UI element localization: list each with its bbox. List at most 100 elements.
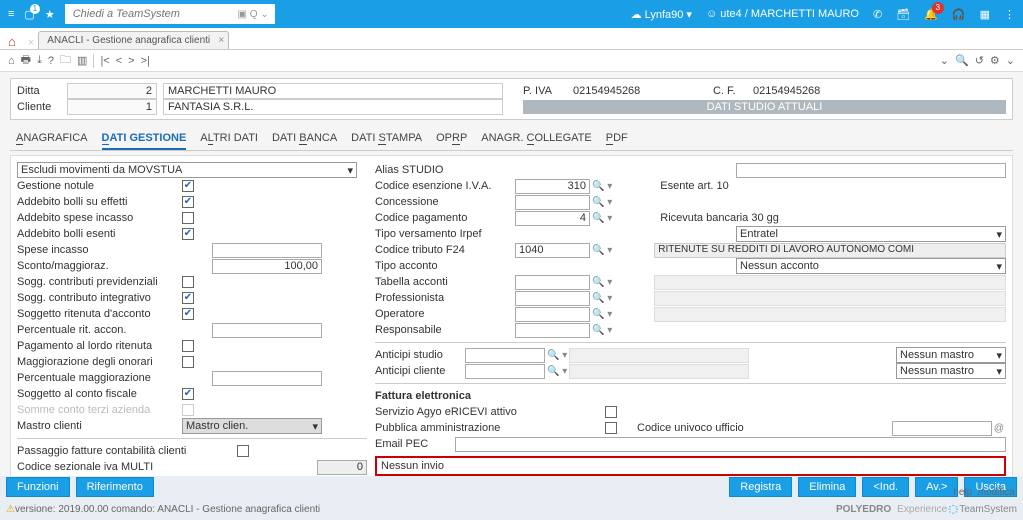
magnifier-icon[interactable]: 🔍 ▾ xyxy=(590,325,614,336)
tipo-vers-select[interactable]: Entratel▾ xyxy=(736,226,1006,242)
dd1-icon[interactable]: ⌄ xyxy=(940,54,949,67)
spese-input[interactable] xyxy=(212,243,322,258)
last-icon[interactable]: >| xyxy=(141,55,150,67)
window-icon[interactable]: ▢1 xyxy=(24,8,34,21)
perc-rit-input[interactable] xyxy=(212,323,322,338)
headset-icon[interactable]: 🎧 xyxy=(952,8,966,21)
magnifier-icon[interactable]: 🔍 ▾ xyxy=(590,309,614,320)
tab-dati-banca[interactable]: DATI BANCA xyxy=(272,128,337,150)
av-button[interactable]: Av.> xyxy=(915,477,958,497)
cod-esenz-input[interactable]: 310 xyxy=(515,179,590,194)
codun-input[interactable] xyxy=(892,421,992,436)
ant-cliente-input[interactable] xyxy=(465,364,545,379)
concess-input[interactable] xyxy=(515,195,590,210)
cliente-value[interactable]: 1 xyxy=(67,99,157,115)
search-box[interactable]: ▣ Q ⌄ xyxy=(65,4,275,24)
tipo-acc-select[interactable]: Nessun acconto▾ xyxy=(736,258,1006,274)
elimina-button[interactable]: Elimina xyxy=(798,477,856,497)
sconto-input[interactable]: 100,00 xyxy=(212,259,322,274)
cod-pag-input[interactable]: 4 xyxy=(515,211,590,226)
oper-input[interactable] xyxy=(515,307,590,322)
more-icon[interactable]: ⋮ xyxy=(1004,8,1015,21)
tab-dati-stampa[interactable]: DATI STAMPA xyxy=(351,128,422,150)
mastro-select[interactable]: Mastro clien.▾ xyxy=(182,418,322,434)
first-icon[interactable]: |< xyxy=(100,55,109,67)
check-bolli-effetti[interactable]: ✔ xyxy=(182,196,194,208)
archive-icon[interactable]: 🗃 xyxy=(896,8,910,21)
search2-icon[interactable]: 🔍 xyxy=(955,54,969,67)
check-lordo[interactable] xyxy=(182,340,194,352)
check-agyo[interactable] xyxy=(605,406,617,418)
at-icon[interactable]: @ xyxy=(992,423,1006,434)
magnifier-icon[interactable]: 🔍 ▾ xyxy=(590,245,614,256)
tab-pdf[interactable]: PDF xyxy=(606,128,628,150)
tab-altri-dati[interactable]: ALTRI DATI xyxy=(200,128,258,150)
star-icon[interactable]: ★ xyxy=(45,8,55,21)
magnifier-icon[interactable]: 🔍 ▾ xyxy=(590,277,614,288)
perc-mag-input[interactable] xyxy=(212,371,322,386)
check-spese-incasso[interactable] xyxy=(182,212,194,224)
chevron-down-icon: ▾ xyxy=(347,164,353,177)
app-tab[interactable]: ANACLI - Gestione anagrafica clienti× xyxy=(38,31,229,49)
magnifier-icon[interactable]: 🔍 ▾ xyxy=(590,293,614,304)
check-conto-fiscale[interactable]: ✔ xyxy=(182,388,194,400)
cloud-icon[interactable]: ☁ Lynfa90 ▾ xyxy=(631,8,692,21)
phone-icon[interactable]: ✆ xyxy=(873,8,882,21)
undo-icon[interactable]: ↺ xyxy=(975,54,984,67)
dati-studio-button[interactable]: DATI STUDIO ATTUALI xyxy=(523,100,1006,114)
search-input[interactable] xyxy=(71,7,221,21)
cf-value: 02154945268 xyxy=(753,85,893,97)
cod-trib-input[interactable]: 1040 xyxy=(515,243,590,258)
piva-label: P. IVA xyxy=(523,85,573,97)
top-bar: ≡ ▢1 ★ ▣ Q ⌄ ☁ Lynfa90 ▾ ☺ ute4 / MARCHE… xyxy=(0,0,1023,28)
home-icon[interactable]: ⌂ xyxy=(8,34,16,49)
funzioni-button[interactable]: Funzioni xyxy=(6,477,70,497)
ant-studio-select[interactable]: Nessun mastro▾ xyxy=(896,347,1006,363)
check-ritenuta[interactable]: ✔ xyxy=(182,308,194,320)
panel-icon[interactable]: ▥ xyxy=(77,54,87,67)
tab-anagrafica[interactable]: ANAGRAFICA xyxy=(16,128,88,150)
nessun-invio-box[interactable]: Nessun invio xyxy=(375,456,1006,476)
alias-input[interactable] xyxy=(736,163,1006,178)
check-previdenziali[interactable] xyxy=(182,276,194,288)
magnifier-icon[interactable]: 🔍 ▾ xyxy=(590,213,614,224)
magnifier-icon[interactable]: 🔍 ▾ xyxy=(590,197,614,208)
escludi-select[interactable]: Escludi movimenti da MOVSTUA▾ xyxy=(17,162,357,178)
fattura-title: Fattura elettronica xyxy=(375,388,1006,404)
grid-icon[interactable]: ▦ xyxy=(980,8,990,21)
print-icon[interactable]: 🖶 xyxy=(21,51,31,70)
tab-oprp[interactable]: OPRP xyxy=(436,128,467,150)
check-gestione-notule[interactable]: ✔ xyxy=(182,180,194,192)
ind-button[interactable]: <Ind. xyxy=(862,477,909,497)
home2-icon[interactable]: ⌂ xyxy=(8,55,15,67)
tab-dati-gestione[interactable]: DATI GESTIONE xyxy=(102,128,187,150)
check-maggiorazione[interactable] xyxy=(182,356,194,368)
dd2-icon[interactable]: ⌄ xyxy=(1006,54,1015,67)
riferimento-button[interactable]: Riferimento xyxy=(76,477,154,497)
registra-button[interactable]: Registra xyxy=(729,477,792,497)
tab-anagr-collegate[interactable]: ANAGR. COLLEGATE xyxy=(481,128,591,150)
ant-cliente-select[interactable]: Nessun mastro▾ xyxy=(896,363,1006,379)
next-icon[interactable]: > xyxy=(128,55,134,67)
check-pubamm[interactable] xyxy=(605,422,617,434)
tab-acc-input[interactable] xyxy=(515,275,590,290)
search-tools-icon[interactable]: ▣ Q ⌄ xyxy=(238,9,269,20)
menu-icon[interactable]: ≡ xyxy=(8,8,14,20)
check-passaggio[interactable] xyxy=(237,445,249,457)
close-tab-icon[interactable]: × xyxy=(218,35,224,46)
prev-icon[interactable]: < xyxy=(116,55,122,67)
prof-input[interactable] xyxy=(515,291,590,306)
resp-input[interactable] xyxy=(515,323,590,338)
ant-studio-input[interactable] xyxy=(465,348,545,363)
ditta-value[interactable]: 2 xyxy=(67,83,157,99)
export-icon[interactable]: ⤓ xyxy=(37,54,42,67)
check-integrativo[interactable]: ✔ xyxy=(182,292,194,304)
help-icon[interactable]: ? xyxy=(48,55,54,67)
magnifier-icon[interactable]: 🔍 ▾ xyxy=(590,181,614,192)
gear-icon[interactable]: ⚙ xyxy=(990,54,1000,67)
folder-icon[interactable]: 🗀 xyxy=(60,51,71,70)
email-pec-input[interactable] xyxy=(455,437,1006,452)
bell-icon[interactable]: 🔔3 xyxy=(924,8,938,21)
check-bolli-esenti[interactable]: ✔ xyxy=(182,228,194,240)
user-icon[interactable]: ☺ ute4 / MARCHETTI MAURO xyxy=(706,8,859,20)
